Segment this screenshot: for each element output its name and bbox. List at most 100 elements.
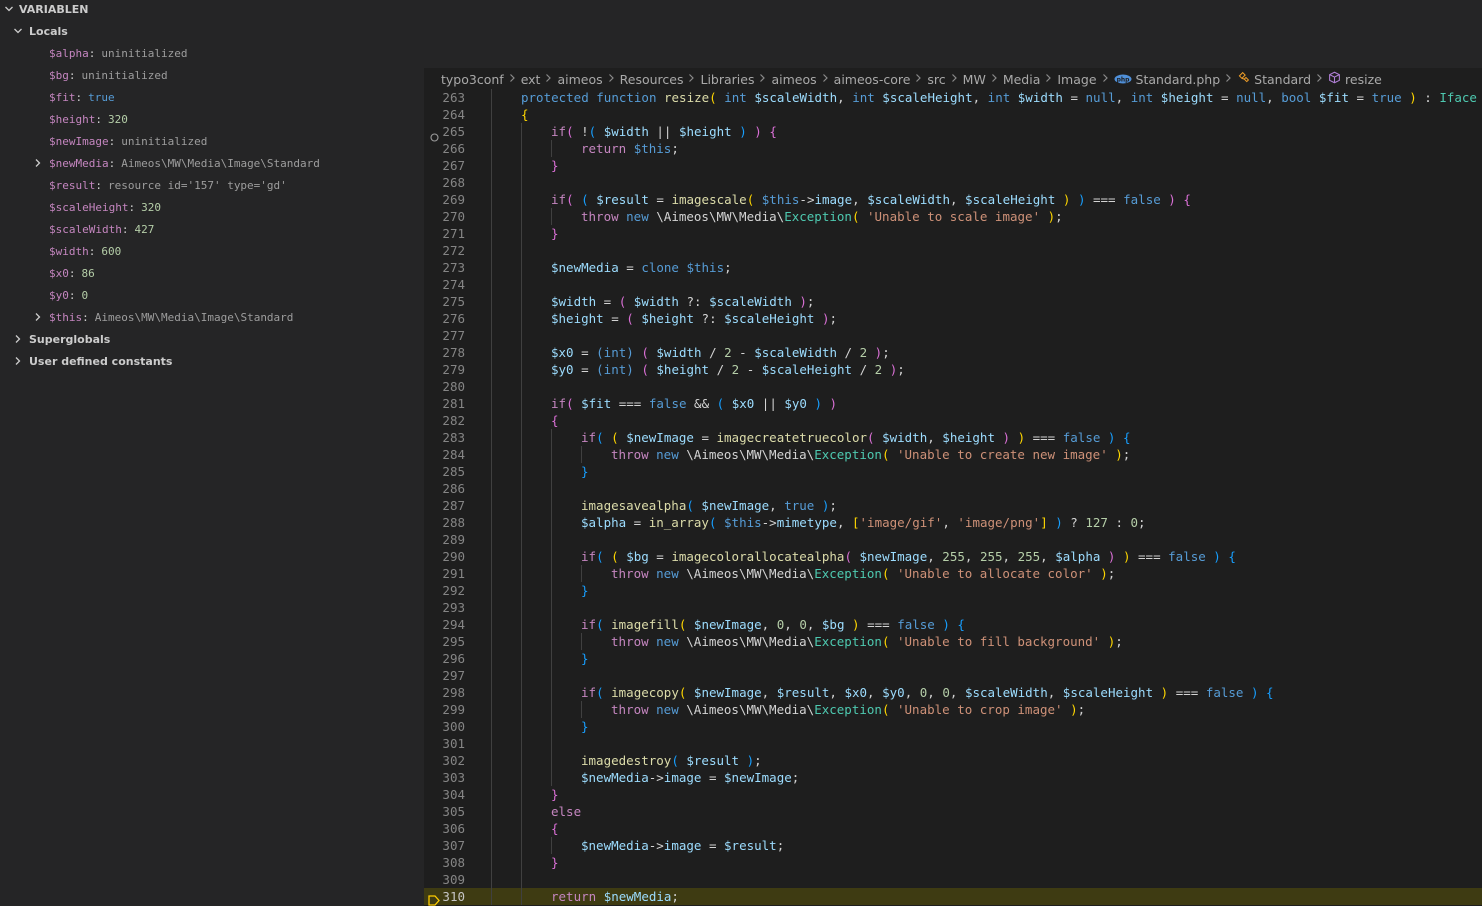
line-number[interactable]: 270 <box>424 208 465 225</box>
line-number[interactable]: 286 <box>424 480 465 497</box>
line-number[interactable]: 275 <box>424 293 465 310</box>
code-line[interactable]: 277 <box>424 327 1482 344</box>
line-number[interactable]: 288 <box>424 514 465 531</box>
line-number[interactable]: 273 <box>424 259 465 276</box>
breakpoint-hint-icon[interactable] <box>430 127 439 142</box>
line-number[interactable]: 279 <box>424 361 465 378</box>
code-line[interactable]: 276 $height = ( $height ?: $scaleHeight )… <box>424 310 1482 327</box>
line-number[interactable]: 309 <box>424 871 465 888</box>
variable-row[interactable]: $y0:0 <box>0 284 424 306</box>
variable-row[interactable]: $width:600 <box>0 240 424 262</box>
code-line[interactable]: 293 <box>424 599 1482 616</box>
line-number[interactable]: 282 <box>424 412 465 429</box>
code-line[interactable]: 304} <box>424 786 1482 803</box>
line-number[interactable]: 292 <box>424 582 465 599</box>
line-number[interactable]: 278 <box>424 344 465 361</box>
line-number[interactable]: 287 <box>424 497 465 514</box>
line-number[interactable]: 301 <box>424 735 465 752</box>
code-line[interactable]: 272 <box>424 242 1482 259</box>
code-line[interactable]: 263 protected function resize( int $scale… <box>424 89 1482 106</box>
code-area[interactable]: 263 protected function resize( int $scale… <box>424 89 1482 906</box>
line-number[interactable]: 298 <box>424 684 465 701</box>
line-number[interactable]: 299 <box>424 701 465 718</box>
line-number[interactable]: 281 <box>424 395 465 412</box>
variable-row[interactable]: $newMedia: Aimeos\MW\Media\Image\Standard <box>0 152 424 174</box>
code-line[interactable]: 271} <box>424 225 1482 242</box>
code-line[interactable]: 290 if( ( $bg = imagecolorallocatealpha( … <box>424 548 1482 565</box>
code-line[interactable]: 310 return $newMedia; <box>424 888 1482 906</box>
line-number[interactable]: 266 <box>424 140 465 157</box>
code-line[interactable]: 307 $newMedia->image = $result; <box>424 837 1482 854</box>
variable-row[interactable]: $height:320 <box>0 108 424 130</box>
scope-superglobals[interactable]: Superglobals <box>0 328 424 350</box>
line-number[interactable]: 295 <box>424 633 465 650</box>
line-number[interactable]: 305 <box>424 803 465 820</box>
variables-section-header[interactable]: VARIABLEN <box>0 0 424 18</box>
line-number[interactable]: 289 <box>424 531 465 548</box>
code-line[interactable]: 305 else <box>424 803 1482 820</box>
variable-row[interactable]: $bg: uninitialized <box>0 64 424 86</box>
line-number[interactable]: 285 <box>424 463 465 480</box>
line-number[interactable]: 268 <box>424 174 465 191</box>
code-line[interactable]: 285} <box>424 463 1482 480</box>
variable-row[interactable]: $fit: true <box>0 86 424 108</box>
code-line[interactable]: 301 <box>424 735 1482 752</box>
code-line[interactable]: 268 <box>424 174 1482 191</box>
code-line[interactable]: 279 $y0 = (int) ( $height / 2 - $scaleHei… <box>424 361 1482 378</box>
breadcrumb-item[interactable]: Resources <box>620 72 684 87</box>
code-line[interactable]: 284 throw new \Aimeos\MW\Media\Exception(… <box>424 446 1482 463</box>
line-number[interactable]: 290 <box>424 548 465 565</box>
line-number[interactable]: 296 <box>424 650 465 667</box>
breadcrumb-item[interactable]: resize <box>1328 71 1382 87</box>
line-number[interactable]: 267 <box>424 157 465 174</box>
breadcrumb-item[interactable]: aimeos <box>557 72 602 87</box>
breadcrumb-item[interactable]: aimeos-core <box>834 72 911 87</box>
scope-user-defined-constants[interactable]: User defined constants <box>0 350 424 372</box>
code-line[interactable]: 292} <box>424 582 1482 599</box>
line-number[interactable]: 276 <box>424 310 465 327</box>
breadcrumb-item[interactable]: aimeos <box>771 72 816 87</box>
line-number[interactable]: 274 <box>424 276 465 293</box>
code-line[interactable]: 309 <box>424 871 1482 888</box>
variable-row[interactable]: $scaleWidth:427 <box>0 218 424 240</box>
line-number[interactable]: 304 <box>424 786 465 803</box>
code-line[interactable]: 303 $newMedia->image = $newImage; <box>424 769 1482 786</box>
code-line[interactable]: 265 if( !( $width || $height ) ) { <box>424 123 1482 142</box>
breadcrumb-item[interactable]: Media <box>1003 72 1041 87</box>
line-number[interactable]: 308 <box>424 854 465 871</box>
variable-row[interactable]: $this: Aimeos\MW\Media\Image\Standard <box>0 306 424 328</box>
code-line[interactable]: 297 <box>424 667 1482 684</box>
line-number[interactable]: 284 <box>424 446 465 463</box>
code-line[interactable]: 267} <box>424 157 1482 174</box>
code-line[interactable]: 269 if( ( $result = imagescale( $this->im… <box>424 191 1482 208</box>
line-number[interactable]: 300 <box>424 718 465 735</box>
line-number[interactable]: 297 <box>424 667 465 684</box>
code-line[interactable]: 287 imagesavealpha( $newImage, true ); <box>424 497 1482 514</box>
code-line[interactable]: 282 { <box>424 412 1482 429</box>
code-line[interactable]: 288 $alpha = in_array( $this->mimetype, [… <box>424 514 1482 531</box>
breadcrumb-item[interactable]: typo3conf <box>441 72 504 87</box>
code-line[interactable]: 264 { <box>424 106 1482 123</box>
code-line[interactable]: 295 throw new \Aimeos\MW\Media\Exception(… <box>424 633 1482 650</box>
breadcrumb-item[interactable]: src <box>927 72 945 87</box>
variable-row[interactable]: $result: resource id='157' type='gd' <box>0 174 424 196</box>
line-number[interactable]: 293 <box>424 599 465 616</box>
code-line[interactable]: 286 <box>424 480 1482 497</box>
variable-row[interactable]: $newImage: uninitialized <box>0 130 424 152</box>
breadcrumb-item[interactable]: Image <box>1057 72 1096 87</box>
code-line[interactable]: 278 $x0 = (int) ( $width / 2 - $scaleWidt… <box>424 344 1482 361</box>
code-line[interactable]: 280 <box>424 378 1482 395</box>
line-number[interactable]: 307 <box>424 837 465 854</box>
code-line[interactable]: 270 throw new \Aimeos\MW\Media\Exception(… <box>424 208 1482 225</box>
breadcrumb-item[interactable]: Standard <box>1237 71 1311 87</box>
code-line[interactable]: 308} <box>424 854 1482 871</box>
line-number[interactable]: 271 <box>424 225 465 242</box>
breadcrumb-item[interactable]: ext <box>521 72 541 87</box>
code-line[interactable]: 298 if( imagecopy( $newImage, $result, $x… <box>424 684 1482 701</box>
variable-row[interactable]: $x0:86 <box>0 262 424 284</box>
line-number[interactable]: 302 <box>424 752 465 769</box>
breadcrumb-item[interactable]: php Standard.php <box>1114 72 1220 87</box>
code-line[interactable]: 281 if( $fit === false && ( $x0 || $y0 ) … <box>424 395 1482 412</box>
code-line[interactable]: 302 imagedestroy( $result ); <box>424 752 1482 769</box>
line-number[interactable]: 269 <box>424 191 465 208</box>
